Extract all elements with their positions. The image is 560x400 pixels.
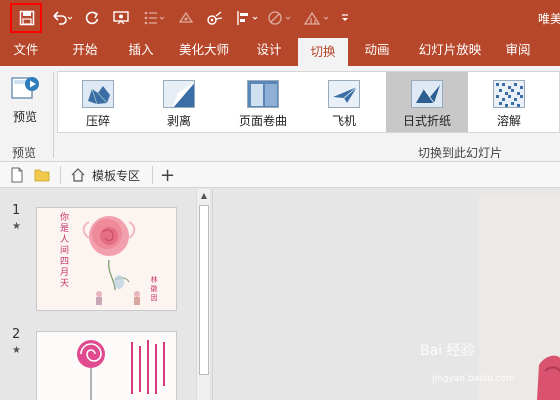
watermark-logo: Bai 经验 [420, 343, 475, 359]
docbar-divider-2 [152, 166, 153, 184]
tab-review[interactable]: 审阅 [498, 36, 538, 66]
origami-icon [411, 80, 443, 108]
transition-peel-off[interactable]: 剥离 [140, 72, 218, 132]
tab-animations[interactable]: 动画 [354, 36, 400, 66]
window-title: 唯美 [538, 12, 560, 26]
preview-label: 预览 [12, 110, 37, 124]
ribbon-tabs: 文件 开始 插入 美化大师 设计 切换 动画 幻灯片放映 审阅 [0, 36, 560, 66]
home-icon [71, 168, 85, 182]
preview-icon [11, 77, 39, 99]
tab-design[interactable]: 设计 [246, 36, 292, 66]
template-zone-tab[interactable]: 模板专区 [70, 166, 140, 184]
open-folder-icon[interactable] [34, 166, 50, 184]
tab-transitions[interactable]: 切换 [298, 38, 348, 66]
slide-rose-illustration [479, 195, 560, 400]
preview-button[interactable] [6, 74, 44, 134]
redo-icon[interactable] [82, 6, 102, 30]
lollipop-illustration [37, 332, 176, 400]
document-tab-bar: 模板专区 + [0, 162, 560, 188]
peel-off-icon [163, 80, 195, 108]
chart-icon[interactable] [302, 6, 332, 30]
slide-author-text: 林徽因 [150, 276, 158, 303]
slide-number: 2 [12, 327, 21, 342]
tab-file[interactable]: 文件 [4, 36, 48, 66]
scroll-up-arrow-icon[interactable]: ▲ [197, 189, 211, 203]
new-file-icon[interactable] [10, 166, 24, 184]
crush-icon [82, 80, 114, 108]
tab-slideshow[interactable]: 幻灯片放映 [410, 36, 490, 66]
shape-icon[interactable] [266, 6, 294, 30]
transition-page-curl[interactable]: 页面卷曲 [222, 72, 304, 132]
transitions-group-label: 切换到此幻灯片 [418, 146, 503, 160]
format-painter-icon[interactable] [176, 6, 196, 30]
customize-icon[interactable] [338, 6, 352, 30]
docbar-divider [60, 166, 61, 184]
slide-animation-star: ★ [12, 345, 21, 356]
slide-editing-canvas[interactable] [212, 189, 560, 400]
slide-thumbnail-2[interactable] [36, 331, 177, 400]
group-divider [53, 72, 54, 158]
current-slide[interactable] [479, 195, 560, 400]
dissolve-icon [493, 80, 525, 108]
record-icon[interactable] [204, 6, 226, 30]
slide-title-text: 你是人间四月天 [58, 212, 68, 289]
transitions-gallery: 压碎 剥离 页面卷曲 飞机 日式折纸 溶解 [57, 71, 560, 133]
slide-thumbnail-1[interactable]: 你是人间四月天 林徽因 [36, 207, 177, 311]
quick-access-toolbar: 唯美 [0, 0, 560, 36]
transition-crush[interactable]: 压碎 [58, 72, 138, 132]
airplane-icon [328, 80, 360, 108]
align-icon[interactable] [234, 6, 260, 30]
undo-icon[interactable] [50, 6, 74, 30]
page-curl-icon [247, 80, 279, 108]
tab-home[interactable]: 开始 [62, 36, 108, 66]
slide-number: 1 [12, 203, 21, 218]
bullets-icon[interactable] [142, 6, 166, 30]
scrollbar-thumb[interactable] [199, 205, 209, 375]
transition-origami[interactable]: 日式折纸 [386, 72, 468, 132]
slide-thumbnail-panel: 1 ★ 你是人间四月天 林徽因 2 ★ ▲ [0, 189, 212, 400]
add-tab-button[interactable]: + [160, 165, 175, 186]
slide-animation-star: ★ [12, 221, 21, 232]
transition-airplane[interactable]: 飞机 [308, 72, 380, 132]
ribbon-panel: 预览 预览 压碎 剥离 页面卷曲 飞机 日式折纸 溶解 切换到此幻灯片 [0, 66, 560, 162]
save-icon[interactable] [16, 6, 38, 30]
tab-beautify[interactable]: 美化大师 [172, 36, 236, 66]
tab-insert[interactable]: 插入 [118, 36, 164, 66]
slideshow-icon[interactable] [110, 6, 132, 30]
preview-group-label: 预览 [12, 146, 37, 160]
template-zone-label: 模板专区 [92, 168, 141, 183]
watermark-url: jingyan.baidu.com [432, 374, 516, 384]
transition-dissolve[interactable]: 溶解 [472, 72, 546, 132]
slide-panel-scrollbar[interactable]: ▲ [196, 189, 210, 400]
